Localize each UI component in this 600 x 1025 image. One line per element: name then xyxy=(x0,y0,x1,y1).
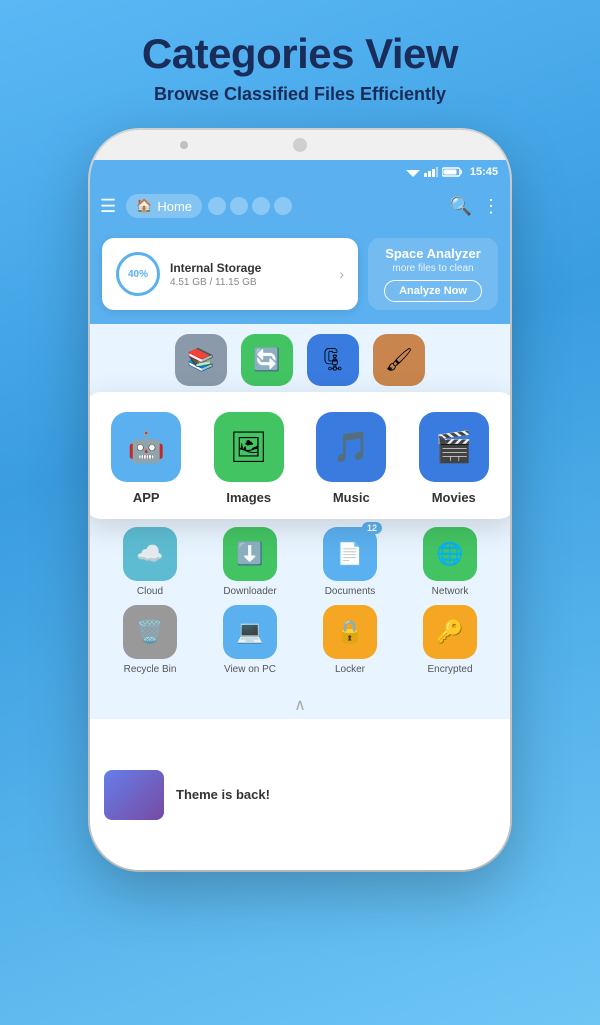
phone-screen: 15:45 ☰ 🏠 Home 🔍 ⋮ xyxy=(90,160,510,870)
phone-camera xyxy=(293,138,307,152)
path-dot-3 xyxy=(252,197,270,215)
category-icon-view-on-pc: 💻 xyxy=(223,605,277,659)
categories-row-1: ☁️ Cloud ⬇️ Downloader 📄12 Documents 🌐 Network xyxy=(104,527,496,597)
analyzer-title: Space Analyzer xyxy=(385,246,481,261)
popup-category-images[interactable]: 🖼 Images xyxy=(203,412,296,505)
phone-mockup: 15:45 ☰ 🏠 Home 🔍 ⋮ xyxy=(90,130,510,870)
category-label-locker: Locker xyxy=(335,664,365,675)
path-dot-2 xyxy=(230,197,248,215)
signal-icon xyxy=(424,167,438,177)
banner-text: Theme is back! xyxy=(176,787,270,802)
path-icons xyxy=(208,197,292,215)
category-recycle-bin[interactable]: 🗑️ Recycle Bin xyxy=(104,605,196,675)
category-icon-downloader: ⬇️ xyxy=(223,527,277,581)
status-time: 15:45 xyxy=(470,166,498,178)
popup-card: 🤖 APP 🖼 Images 🎵 Music 🎬 Movies xyxy=(90,392,510,519)
popup-grid: 🤖 APP 🖼 Images 🎵 Music 🎬 Movies xyxy=(95,412,505,505)
search-icon[interactable]: 🔍 xyxy=(450,196,472,217)
storage-card[interactable]: 40% Internal Storage 4.51 GB / 11.15 GB … xyxy=(102,238,358,310)
popup-icon-music: 🎵 xyxy=(316,412,386,482)
category-icon-network: 🌐 xyxy=(423,527,477,581)
chevron-row: ∧ xyxy=(90,691,510,719)
breadcrumb[interactable]: 🏠 Home xyxy=(126,194,202,218)
status-icons xyxy=(406,167,464,177)
wifi-icon xyxy=(406,167,420,177)
page-title: Categories View xyxy=(20,30,580,78)
categories-row-2: 🗑️ Recycle Bin 💻 View on PC 🔒 Locker 🔑 Encrypte… xyxy=(104,605,496,675)
analyzer-card: Space Analyzer more files to clean Analy… xyxy=(368,238,498,310)
storage-arrow-icon: › xyxy=(339,266,344,282)
popup-label-images: Images xyxy=(226,490,271,505)
category-label-documents: Documents xyxy=(325,586,376,597)
chevron-up-icon: ∧ xyxy=(294,695,306,715)
category-network[interactable]: 🌐 Network xyxy=(404,527,496,597)
page-header: Categories View Browse Classified Files … xyxy=(0,0,600,120)
category-documents[interactable]: 📄12 Documents xyxy=(304,527,396,597)
home-icon: 🏠 xyxy=(136,198,152,214)
category-icon-recycle-bin: 🗑️ xyxy=(123,605,177,659)
badge-documents: 12 xyxy=(362,522,382,534)
popup-category-movies[interactable]: 🎬 Movies xyxy=(408,412,501,505)
category-label-encrypted: Encrypted xyxy=(427,664,472,675)
analyze-button[interactable]: Analyze Now xyxy=(384,280,482,302)
top-partial-icon-0[interactable]: 📚 xyxy=(175,334,227,386)
storage-section: 40% Internal Storage 4.51 GB / 11.15 GB … xyxy=(90,228,510,324)
popup-label-movies: Movies xyxy=(432,490,476,505)
categories-bottom: ☁️Cloud⬇️Downloader📄12Documents🌐Network … xyxy=(90,519,510,691)
popup-category-app[interactable]: 🤖 APP xyxy=(100,412,193,505)
popup-icon-movies: 🎬 xyxy=(419,412,489,482)
phone-wrapper: 15:45 ☰ 🏠 Home 🔍 ⋮ xyxy=(0,130,600,870)
battery-icon xyxy=(442,167,464,177)
popup-label-music: Music xyxy=(333,490,370,505)
category-label-network: Network xyxy=(432,586,469,597)
category-encrypted[interactable]: 🔑 Encrypted xyxy=(404,605,496,675)
categories-top-partial: 📚 🔄 🗜 🖌 xyxy=(90,324,510,392)
popup-category-music[interactable]: 🎵 Music xyxy=(305,412,398,505)
top-partial-icon-1[interactable]: 🔄 xyxy=(241,334,293,386)
phone-top-bar xyxy=(90,130,510,160)
path-dot-1 xyxy=(208,197,226,215)
category-locker[interactable]: 🔒 Locker xyxy=(304,605,396,675)
category-icon-cloud: ☁️ xyxy=(123,527,177,581)
hamburger-menu-icon[interactable]: ☰ xyxy=(100,196,116,217)
more-options-icon[interactable]: ⋮ xyxy=(482,196,500,217)
storage-percent: 40% xyxy=(128,269,148,280)
page-subtitle: Browse Classified Files Efficiently xyxy=(20,84,580,105)
storage-size: 4.51 GB / 11.15 GB xyxy=(170,277,261,288)
category-icon-documents: 📄12 xyxy=(323,527,377,581)
category-cloud[interactable]: ☁️ Cloud xyxy=(104,527,196,597)
category-label-downloader: Downloader xyxy=(223,586,276,597)
status-bar: 15:45 xyxy=(90,160,510,184)
path-dot-4 xyxy=(274,197,292,215)
banner-thumbnail xyxy=(104,770,164,820)
phone-speaker xyxy=(180,141,188,149)
popup-icon-app: 🤖 xyxy=(111,412,181,482)
popup-label-app: APP xyxy=(133,490,160,505)
category-label-cloud: Cloud xyxy=(137,586,163,597)
analyzer-subtitle: more files to clean xyxy=(392,263,473,274)
top-partial-icon-2[interactable]: 🗜 xyxy=(307,334,359,386)
category-icon-locker: 🔒 xyxy=(323,605,377,659)
home-label: Home xyxy=(157,199,192,214)
storage-info: Internal Storage 4.51 GB / 11.15 GB xyxy=(170,261,261,288)
bottom-banner[interactable]: Theme is back! xyxy=(90,719,510,870)
category-view-on-pc[interactable]: 💻 View on PC xyxy=(204,605,296,675)
popup-icon-images: 🖼 xyxy=(214,412,284,482)
category-icon-encrypted: 🔑 xyxy=(423,605,477,659)
category-label-recycle-bin: Recycle Bin xyxy=(124,664,177,675)
storage-title: Internal Storage xyxy=(170,261,261,275)
category-downloader[interactable]: ⬇️ Downloader xyxy=(204,527,296,597)
category-label-view-on-pc: View on PC xyxy=(224,664,276,675)
nav-bar: ☰ 🏠 Home 🔍 ⋮ xyxy=(90,184,510,228)
storage-circle: 40% xyxy=(116,252,160,296)
top-partial-icon-3[interactable]: 🖌 xyxy=(373,334,425,386)
